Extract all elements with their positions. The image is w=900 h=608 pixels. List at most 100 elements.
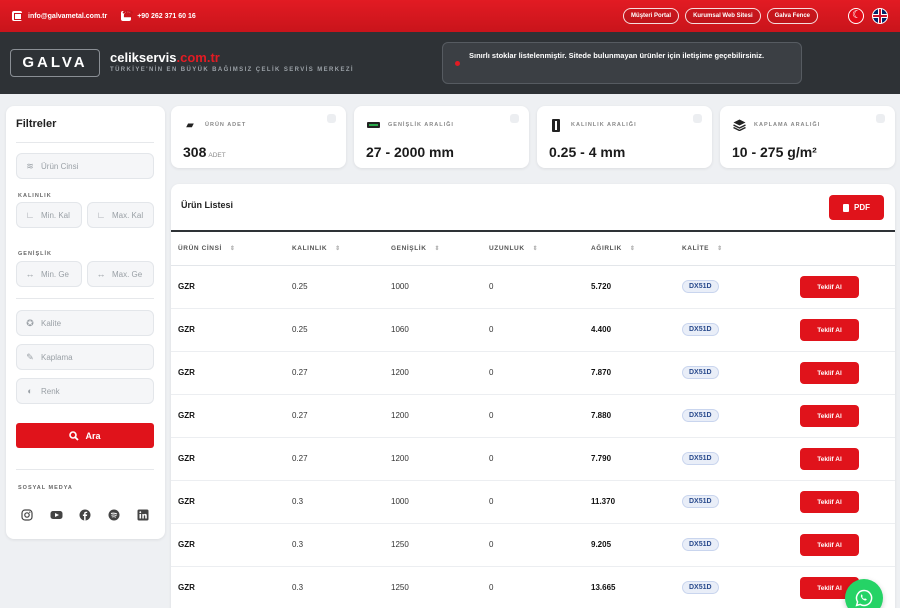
musteri-portal-link[interactable]: Müşteri Portal bbox=[623, 8, 680, 24]
teklif-al-button[interactable]: Teklif Al bbox=[800, 405, 859, 427]
stat-value: 10 - 275 g/m² bbox=[732, 144, 817, 160]
cell-agirlik: 7.880 bbox=[591, 411, 612, 420]
table-row: GZR 0.3 1250 0 9.205 DX51D Teklif Al bbox=[171, 524, 895, 567]
cell-urun-cinsi: GZR bbox=[178, 325, 195, 334]
tagline: TÜRKİYE'NİN EN BÜYÜK BAĞIMSIZ ÇELİK SERV… bbox=[110, 67, 354, 73]
flag-uk-icon[interactable] bbox=[872, 8, 888, 24]
flag-tr-icon[interactable] bbox=[848, 8, 864, 24]
kaplama-input[interactable]: ✎ Kaplama bbox=[16, 344, 154, 370]
facebook-icon[interactable] bbox=[78, 508, 92, 522]
spotify-icon[interactable] bbox=[107, 508, 121, 522]
sort-icon: ⇕ bbox=[434, 246, 441, 252]
sort-icon: ⇕ bbox=[532, 246, 539, 252]
notice-dot-icon bbox=[455, 61, 460, 66]
urun-cinsi-input[interactable]: ≋ Ürün Cinsi bbox=[16, 153, 154, 179]
star-icon: ✪ bbox=[26, 317, 34, 328]
whatsapp-icon bbox=[855, 589, 873, 607]
teklif-al-button[interactable]: Teklif Al bbox=[800, 362, 859, 384]
max-kalinlik-input[interactable]: ∟ Max. Kal bbox=[87, 202, 154, 228]
youtube-icon[interactable] bbox=[49, 508, 63, 522]
cell-kalinlik: 0.27 bbox=[292, 411, 308, 420]
cell-uzunluk: 0 bbox=[489, 411, 494, 420]
width-bar-icon bbox=[366, 118, 380, 132]
min-kalinlik-input[interactable]: ∟ Min. Kal bbox=[16, 202, 82, 228]
filters-title: Filtreler bbox=[16, 118, 57, 130]
table-row: GZR 0.3 1000 0 11.370 DX51D Teklif Al bbox=[171, 481, 895, 524]
max-genislik-input[interactable]: ↔ Max. Ge bbox=[87, 261, 154, 287]
cell-agirlik: 7.790 bbox=[591, 454, 612, 463]
table-row: GZR 0.25 1060 0 4.400 DX51D Teklif Al bbox=[171, 309, 895, 352]
stat-card-urun-adet: ▰ ÜRÜN ADET 308 ADET bbox=[171, 106, 346, 168]
social-label: SOSYAL MEDYA bbox=[18, 485, 73, 491]
cell-kalinlik: 0.25 bbox=[292, 282, 308, 291]
filters-sidebar: Filtreler ≋ Ürün Cinsi KALINLIK ∟ Min. K… bbox=[6, 106, 165, 539]
col-urun-cinsi[interactable]: ÜRÜN CİNSİ ⇕ bbox=[178, 245, 236, 252]
min-genislik-input[interactable]: ↔ Min. Ge bbox=[16, 261, 82, 287]
email-text[interactable]: info@galvametal.com.tr bbox=[28, 13, 107, 20]
brand-name[interactable]: celikservis.com.tr bbox=[110, 50, 220, 65]
kalite-badge: DX51D bbox=[682, 323, 719, 336]
galva-logo[interactable]: GALVA bbox=[10, 49, 100, 77]
notice-text: Sınırlı stoklar listelenmiştir. Sitede b… bbox=[469, 51, 765, 60]
email-contact[interactable]: info@galvametal.com.tr bbox=[12, 11, 107, 21]
instagram-icon[interactable] bbox=[20, 508, 34, 522]
cell-uzunluk: 0 bbox=[489, 325, 494, 334]
cell-agirlik: 7.870 bbox=[591, 368, 612, 377]
kalite-input[interactable]: ✪ Kalite bbox=[16, 310, 154, 336]
cell-agirlik: 11.370 bbox=[591, 497, 616, 506]
search-icon bbox=[69, 430, 80, 441]
mail-icon bbox=[12, 11, 22, 21]
cell-agirlik: 4.400 bbox=[591, 325, 612, 334]
cell-genislik: 1200 bbox=[391, 454, 409, 463]
table-body: GZR 0.25 1000 0 5.720 DX51D Teklif Al GZR 0.25 10… bbox=[171, 266, 895, 608]
cell-uzunluk: 0 bbox=[489, 540, 494, 549]
table-row: GZR 0.27 1200 0 7.870 DX51D Teklif Al bbox=[171, 352, 895, 395]
phone-contact[interactable]: +90 262 371 60 16 bbox=[121, 9, 196, 21]
product-list-title: Ürün Listesi bbox=[181, 200, 234, 210]
cell-kalinlik: 0.3 bbox=[292, 497, 304, 506]
phone-text[interactable]: +90 262 371 60 16 bbox=[137, 13, 196, 20]
teklif-al-button[interactable]: Teklif Al bbox=[800, 319, 859, 341]
layers-icon bbox=[732, 118, 746, 132]
stat-card-genislik: GENİŞLİK ARALIĞI 27 - 2000 mm bbox=[354, 106, 529, 168]
cell-kalinlik: 0.25 bbox=[292, 325, 308, 334]
cell-uzunluk: 0 bbox=[489, 454, 494, 463]
cell-uzunluk: 0 bbox=[489, 368, 494, 377]
renk-input[interactable]: ◐ Renk bbox=[16, 378, 154, 404]
cell-uzunluk: 0 bbox=[489, 282, 494, 291]
cell-uzunluk: 0 bbox=[489, 497, 494, 506]
brand-main: celikservis bbox=[110, 50, 177, 65]
col-uzunluk[interactable]: UZUNLUK ⇕ bbox=[489, 245, 538, 252]
stat-card-kalinlik: KALINLIK ARALIĞI 0.25 - 4 mm bbox=[537, 106, 712, 168]
col-kalinlik[interactable]: KALINLIK ⇕ bbox=[292, 245, 341, 252]
cell-kalinlik: 0.3 bbox=[292, 540, 304, 549]
ruler-icon: ∟ bbox=[25, 210, 35, 220]
search-button[interactable]: Ara bbox=[16, 423, 154, 448]
ruler-icon: ∟ bbox=[96, 210, 106, 220]
cell-genislik: 1000 bbox=[391, 282, 409, 291]
thickness-icon bbox=[549, 118, 563, 132]
table-row: GZR 0.27 1200 0 7.880 DX51D Teklif Al bbox=[171, 395, 895, 438]
site-header: GALVA celikservis.com.tr TÜRKİYE'NİN EN … bbox=[0, 32, 900, 94]
teklif-al-button[interactable]: Teklif Al bbox=[800, 448, 859, 470]
teklif-al-button[interactable]: Teklif Al bbox=[800, 276, 859, 298]
kalite-badge: DX51D bbox=[682, 409, 719, 422]
linkedin-icon[interactable] bbox=[136, 508, 150, 522]
col-kalite[interactable]: KALİTE ⇕ bbox=[682, 245, 723, 252]
kalite-badge: DX51D bbox=[682, 452, 719, 465]
palette-icon: ◐ bbox=[27, 386, 33, 396]
cell-urun-cinsi: GZR bbox=[178, 411, 195, 420]
galva-fence-link[interactable]: Galva Fence bbox=[766, 8, 818, 24]
kurumsal-web-link[interactable]: Kurumsal Web Sitesi bbox=[685, 8, 761, 24]
teklif-al-button[interactable]: Teklif Al bbox=[800, 534, 859, 556]
cell-urun-cinsi: GZR bbox=[178, 583, 195, 592]
cell-kalinlik: 0.27 bbox=[292, 454, 308, 463]
kalite-badge: DX51D bbox=[682, 366, 719, 379]
width-icon: ↔ bbox=[25, 269, 35, 279]
kalite-badge: DX51D bbox=[682, 495, 719, 508]
cell-agirlik: 13.665 bbox=[591, 583, 616, 592]
col-agirlik[interactable]: AĞIRLIK ⇕ bbox=[591, 245, 636, 252]
col-genislik[interactable]: GENİŞLİK ⇕ bbox=[391, 245, 440, 252]
pdf-button[interactable]: PDF bbox=[829, 195, 884, 220]
teklif-al-button[interactable]: Teklif Al bbox=[800, 491, 859, 513]
